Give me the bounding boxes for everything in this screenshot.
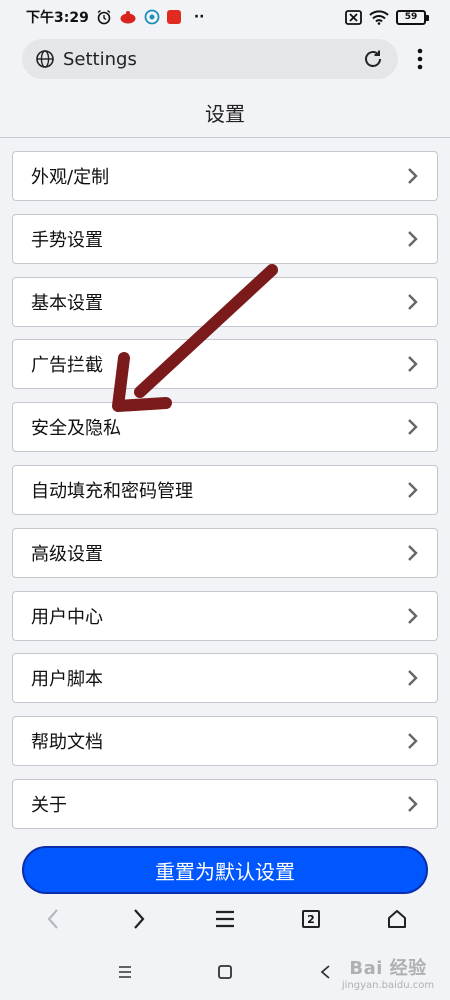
status-time: 下午3:29 [26, 10, 89, 26]
settings-item-label: 关于 [31, 794, 67, 816]
settings-item-about[interactable]: 关于 [12, 778, 438, 829]
settings-item-label: 用户中心 [31, 606, 103, 628]
tab-count: 2 [302, 910, 320, 928]
chevron-right-icon [407, 355, 419, 373]
settings-item-label: 外观/定制 [31, 167, 110, 188]
settings-item-label: 广告拦截 [31, 355, 103, 377]
app-red-square-icon [166, 10, 181, 24]
sim-off-icon [345, 9, 362, 25]
app-teal-icon [144, 9, 160, 25]
chevron-right-icon [407, 481, 419, 499]
alarm-icon [96, 9, 112, 25]
settings-item-advanced[interactable]: 高级设置 [12, 527, 438, 578]
chevron-right-icon [407, 544, 419, 562]
wifi-icon [369, 9, 389, 25]
settings-item-label: 高级设置 [31, 543, 103, 565]
settings-item-label: 安全及隐私 [31, 418, 121, 440]
chevron-right-icon [407, 167, 419, 185]
status-dots: ·· [193, 9, 205, 25]
battery-level: 59 [404, 12, 418, 22]
settings-item-label: 帮助文档 [31, 732, 103, 754]
app-red-icon [119, 10, 137, 24]
back-icon[interactable] [31, 899, 75, 939]
tabs-icon[interactable]: 2 [289, 899, 333, 939]
globe-icon [35, 49, 55, 69]
chevron-right-icon [407, 293, 419, 311]
settings-list: 外观/定制 手势设置 基本设置 广告拦截 安全及隐私 自动填充和密码管理 高级设… [12, 151, 438, 842]
settings-item-help-docs[interactable]: 帮助文档 [12, 716, 438, 767]
forward-icon[interactable] [117, 899, 161, 939]
settings-item-gestures[interactable]: 手势设置 [12, 213, 438, 264]
more-vert-icon[interactable] [408, 44, 432, 74]
home-icon[interactable] [375, 899, 419, 939]
chevron-right-icon [407, 607, 419, 625]
chevron-right-icon [407, 418, 419, 436]
watermark-url: jingyan.baidu.com [341, 979, 435, 991]
address-text[interactable]: Settings [63, 49, 137, 70]
settings-item-autofill-passwords[interactable]: 自动填充和密码管理 [12, 464, 438, 515]
settings-item-label: 手势设置 [31, 229, 103, 251]
page-title: 设置 [205, 102, 245, 126]
settings-item-label: 自动填充和密码管理 [31, 480, 193, 502]
address-bar[interactable]: Settings [22, 39, 398, 79]
settings-item-adblock[interactable]: 广告拦截 [12, 339, 438, 390]
settings-item-label: 基本设置 [31, 292, 103, 314]
chevron-right-icon [407, 669, 419, 687]
recents-icon[interactable] [110, 957, 140, 987]
title-divider [0, 137, 450, 138]
home-square-icon[interactable] [210, 957, 240, 987]
menu-icon[interactable] [203, 899, 247, 939]
battery-icon: 59 [396, 9, 429, 25]
settings-item-security-privacy[interactable]: 安全及隐私 [12, 402, 438, 453]
chevron-right-icon [407, 230, 419, 248]
status-bar: 下午3:29 ·· 59 [0, 0, 450, 34]
settings-item-basic[interactable]: 基本设置 [12, 276, 438, 327]
watermark-text: Bai 经验 [349, 957, 427, 979]
settings-item-user-scripts[interactable]: 用户脚本 [12, 653, 438, 704]
chevron-right-icon [407, 795, 419, 813]
reload-icon[interactable] [360, 46, 386, 72]
reset-default-button[interactable]: 重置为默认设置 [22, 846, 428, 894]
watermark-logo: Bai 经验 jingyan.baidu.com [332, 950, 444, 994]
browser-toolbar: 2 [0, 897, 450, 941]
settings-item-label: 用户脚本 [31, 669, 103, 691]
settings-item-appearance[interactable]: 外观/定制 [12, 151, 438, 201]
chevron-right-icon [407, 732, 419, 750]
settings-item-user-center[interactable]: 用户中心 [12, 590, 438, 641]
